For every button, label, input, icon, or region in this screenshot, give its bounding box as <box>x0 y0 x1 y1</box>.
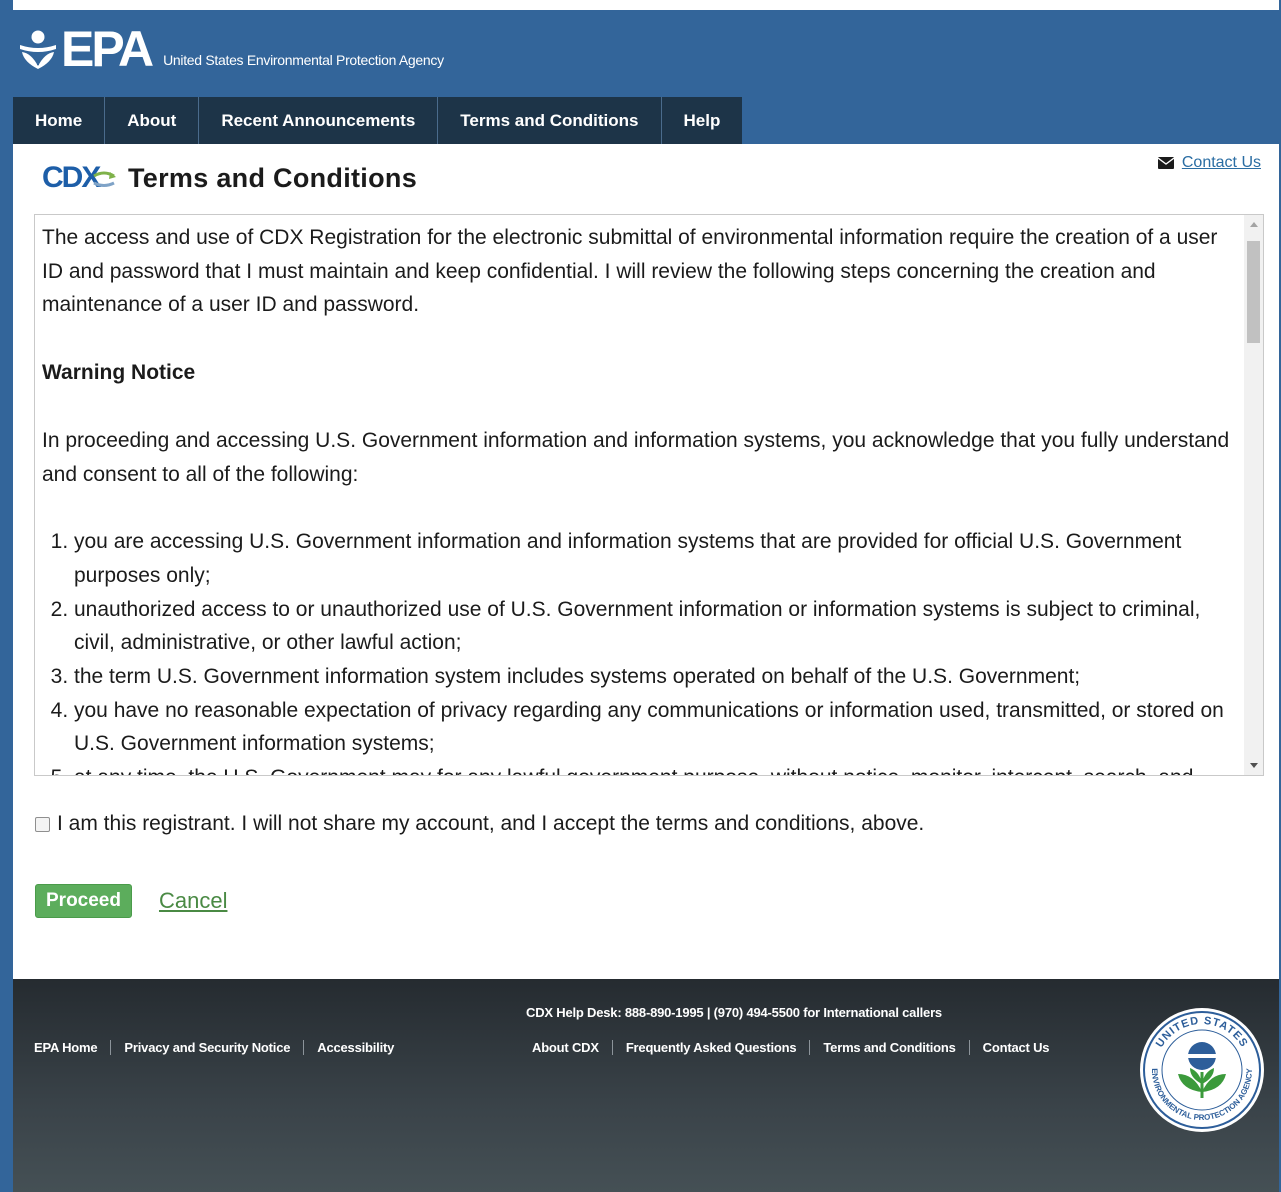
terms-intro: The access and use of CDX Registration f… <box>42 226 1218 317</box>
contact-us-label: Contact Us <box>1181 154 1261 171</box>
left-frame-border <box>0 0 13 1192</box>
terms-list-item: unauthorized access to or unauthorized u… <box>74 593 1238 660</box>
epa-flower-logo-icon <box>20 30 56 69</box>
accept-terms-checkbox[interactable] <box>35 816 50 832</box>
footer-links-right: About CDX Frequently Asked Questions Ter… <box>532 1040 1062 1055</box>
cancel-link[interactable]: Cancel <box>159 888 227 914</box>
footer-link-about-cdx[interactable]: About CDX <box>532 1040 612 1055</box>
nav-home[interactable]: Home <box>13 97 106 144</box>
footer-link-contact-us[interactable]: Contact Us <box>968 1040 1063 1055</box>
terms-list-item: you are accessing U.S. Government inform… <box>74 525 1238 592</box>
cdx-arrow-icon <box>93 171 116 187</box>
footer-link-privacy[interactable]: Privacy and Security Notice <box>110 1040 303 1055</box>
scroll-down-arrow-icon <box>1249 763 1258 768</box>
helpdesk-info: CDX Help Desk: 888-890-1995 | (970) 494-… <box>526 1005 942 1020</box>
terms-list: you are accessing U.S. Government inform… <box>42 525 1238 775</box>
scroll-down-button[interactable] <box>1244 757 1263 775</box>
terms-list-item: you have no reasonable expectation of pr… <box>74 694 1238 761</box>
footer-link-accessibility[interactable]: Accessibility <box>303 1040 407 1055</box>
scroll-up-arrow-icon <box>1249 222 1258 227</box>
cdx-logo-text: CDX <box>42 161 101 194</box>
terms-list-item: at any time, the U.S. Government may for… <box>74 761 1238 775</box>
page-heading: Terms and Conditions <box>128 162 418 193</box>
site-footer: CDX Help Desk: 888-890-1995 | (970) 494-… <box>13 979 1279 1192</box>
epa-wordmark: EPA <box>61 21 154 77</box>
scroll-up-button[interactable] <box>1244 215 1263 233</box>
agency-name: United States Environmental Protection A… <box>163 52 444 68</box>
proceed-button[interactable]: Proceed <box>35 884 132 918</box>
epa-logo[interactable]: EPA United States Environmental Protecti… <box>17 21 444 77</box>
cdx-logo: CDX <box>42 160 124 196</box>
accept-terms-row: I am this registrant. I will not share m… <box>35 812 924 836</box>
site-header: EPA United States Environmental Protecti… <box>13 10 1279 144</box>
page-title: CDX Terms and Conditions <box>42 160 417 196</box>
nav-about[interactable]: About <box>105 97 200 144</box>
nav-terms-and-conditions[interactable]: Terms and Conditions <box>438 97 662 144</box>
terms-scrollbar[interactable] <box>1244 215 1263 775</box>
terms-list-item: the term U.S. Government information sys… <box>74 660 1238 694</box>
terms-text: The access and use of CDX Registration f… <box>42 221 1238 775</box>
contact-us-link[interactable]: Contact Us <box>1157 154 1261 172</box>
scroll-thumb[interactable] <box>1247 241 1260 343</box>
footer-link-terms[interactable]: Terms and Conditions <box>809 1040 968 1055</box>
main-nav: Home About Recent Announcements Terms an… <box>13 97 743 144</box>
consent-intro: In proceeding and accessing U.S. Governm… <box>42 428 1230 486</box>
top-margin <box>0 0 1281 10</box>
nav-help[interactable]: Help <box>661 97 743 144</box>
form-actions: Proceed Cancel <box>35 884 227 918</box>
footer-links-left: EPA Home Privacy and Security Notice Acc… <box>34 1040 407 1055</box>
nav-recent-announcements[interactable]: Recent Announcements <box>199 97 439 144</box>
footer-link-epa-home[interactable]: EPA Home <box>34 1040 110 1055</box>
footer-link-faq[interactable]: Frequently Asked Questions <box>611 1040 810 1055</box>
envelope-icon <box>1157 157 1174 169</box>
warning-heading: Warning Notice <box>42 361 196 385</box>
accept-terms-label[interactable]: I am this registrant. I will not share m… <box>57 812 924 836</box>
terms-scroll-box[interactable]: The access and use of CDX Registration f… <box>34 214 1264 776</box>
epa-seal-icon: UNITED STATES ENVIRONMENTAL PROTECTION A… <box>1140 1008 1264 1132</box>
